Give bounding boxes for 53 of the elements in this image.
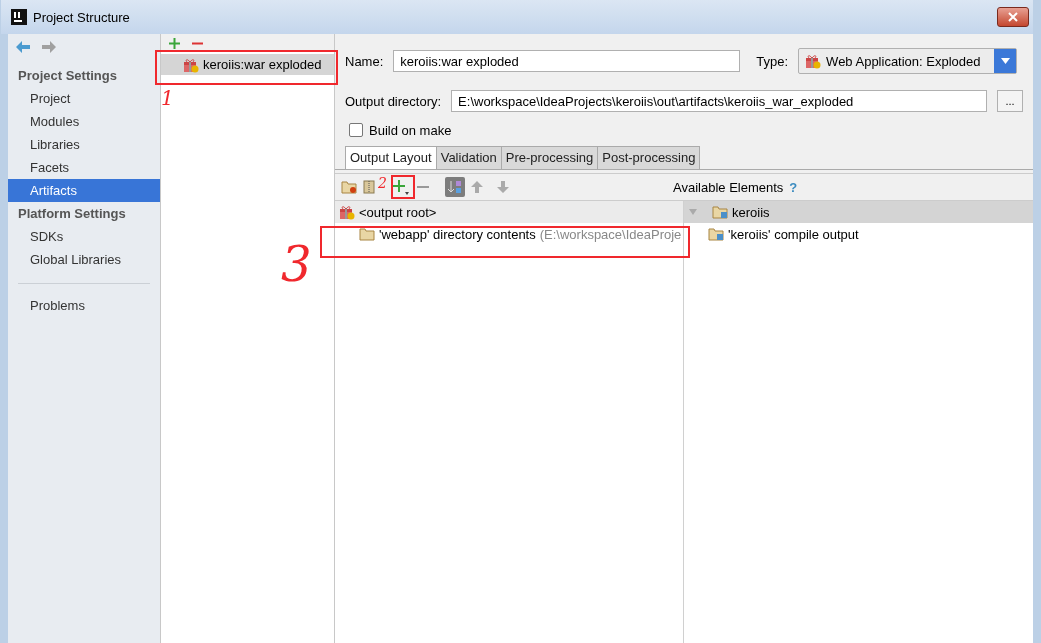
move-up-icon[interactable] — [471, 181, 483, 193]
tab[interactable]: Pre-processing — [500, 146, 599, 169]
annotation-number: 2 — [378, 176, 387, 190]
tab[interactable]: Post-processing — [597, 146, 701, 169]
app-logo-icon — [11, 9, 27, 25]
checkbox[interactable] — [349, 123, 363, 137]
sidebar-item[interactable]: Facets — [8, 156, 160, 179]
highlight-box — [391, 175, 415, 199]
tree-item-label[interactable]: 'webapp' directory contents — [379, 226, 536, 242]
folder-icon — [359, 227, 375, 241]
sidebar-item[interactable]: SDKs — [8, 225, 160, 248]
module-folder-icon — [712, 205, 728, 219]
tab[interactable]: Validation — [435, 146, 502, 169]
output-directory-field[interactable]: E:\workspace\IdeaProjects\keroiis\out\artifacts\keroiis_war_exploded — [451, 90, 987, 112]
tree-item-label[interactable]: 'keroiis' compile output — [728, 226, 859, 242]
tab[interactable]: Output Layout — [345, 146, 437, 169]
type-dropdown[interactable]: Web Application: Exploded — [798, 48, 1018, 74]
name-label: Name: — [345, 53, 384, 69]
section-heading: Project Settings — [17, 67, 118, 85]
dropdown-arrow-icon — [1000, 58, 1010, 64]
available-elements-title: Available Elements — [673, 179, 784, 195]
sidebar-item[interactable]: Project — [8, 87, 160, 110]
gift-box-icon — [183, 56, 199, 73]
archive-icon[interactable] — [363, 180, 375, 194]
add-icon[interactable] — [169, 38, 180, 49]
sort-icon[interactable] — [445, 177, 465, 197]
tree-item-label[interactable]: <output root> — [359, 204, 437, 220]
type-label: Type: — [756, 53, 789, 69]
checkbox-label[interactable]: Build on make — [369, 122, 452, 138]
tree-item-label[interactable]: keroiis — [732, 204, 770, 220]
sidebar-item[interactable]: Problems — [8, 294, 160, 317]
browse-button[interactable]: ... — [997, 90, 1023, 112]
gift-box-icon — [805, 53, 822, 69]
back-arrow-icon[interactable] — [16, 41, 30, 53]
sidebar-item[interactable]: Libraries — [8, 133, 160, 156]
gift-box-icon — [339, 204, 355, 220]
window-title: Project Structure — [33, 9, 130, 25]
name-field[interactable]: keroiis:war exploded — [393, 50, 741, 72]
sidebar-item[interactable]: Modules — [8, 110, 160, 133]
section-heading: Platform Settings — [17, 205, 127, 223]
module-folder-icon — [708, 227, 724, 241]
move-down-icon[interactable] — [497, 181, 509, 193]
expanded-arrow-icon[interactable] — [688, 207, 698, 217]
sidebar-item[interactable]: Artifacts — [8, 179, 160, 202]
annotation-number: 1 — [161, 86, 174, 110]
close-button[interactable] — [997, 7, 1029, 27]
forward-arrow-icon[interactable] — [42, 41, 56, 53]
output-directory-label: Output directory: — [345, 93, 442, 109]
annotation-number: 3 — [281, 238, 312, 290]
tree-item-path: (E:\workspace\IdeaProje — [539, 226, 682, 242]
sidebar-item[interactable]: Global Libraries — [8, 248, 160, 271]
add-with-dropdown-icon[interactable] — [393, 179, 409, 195]
close-icon — [1008, 12, 1018, 22]
